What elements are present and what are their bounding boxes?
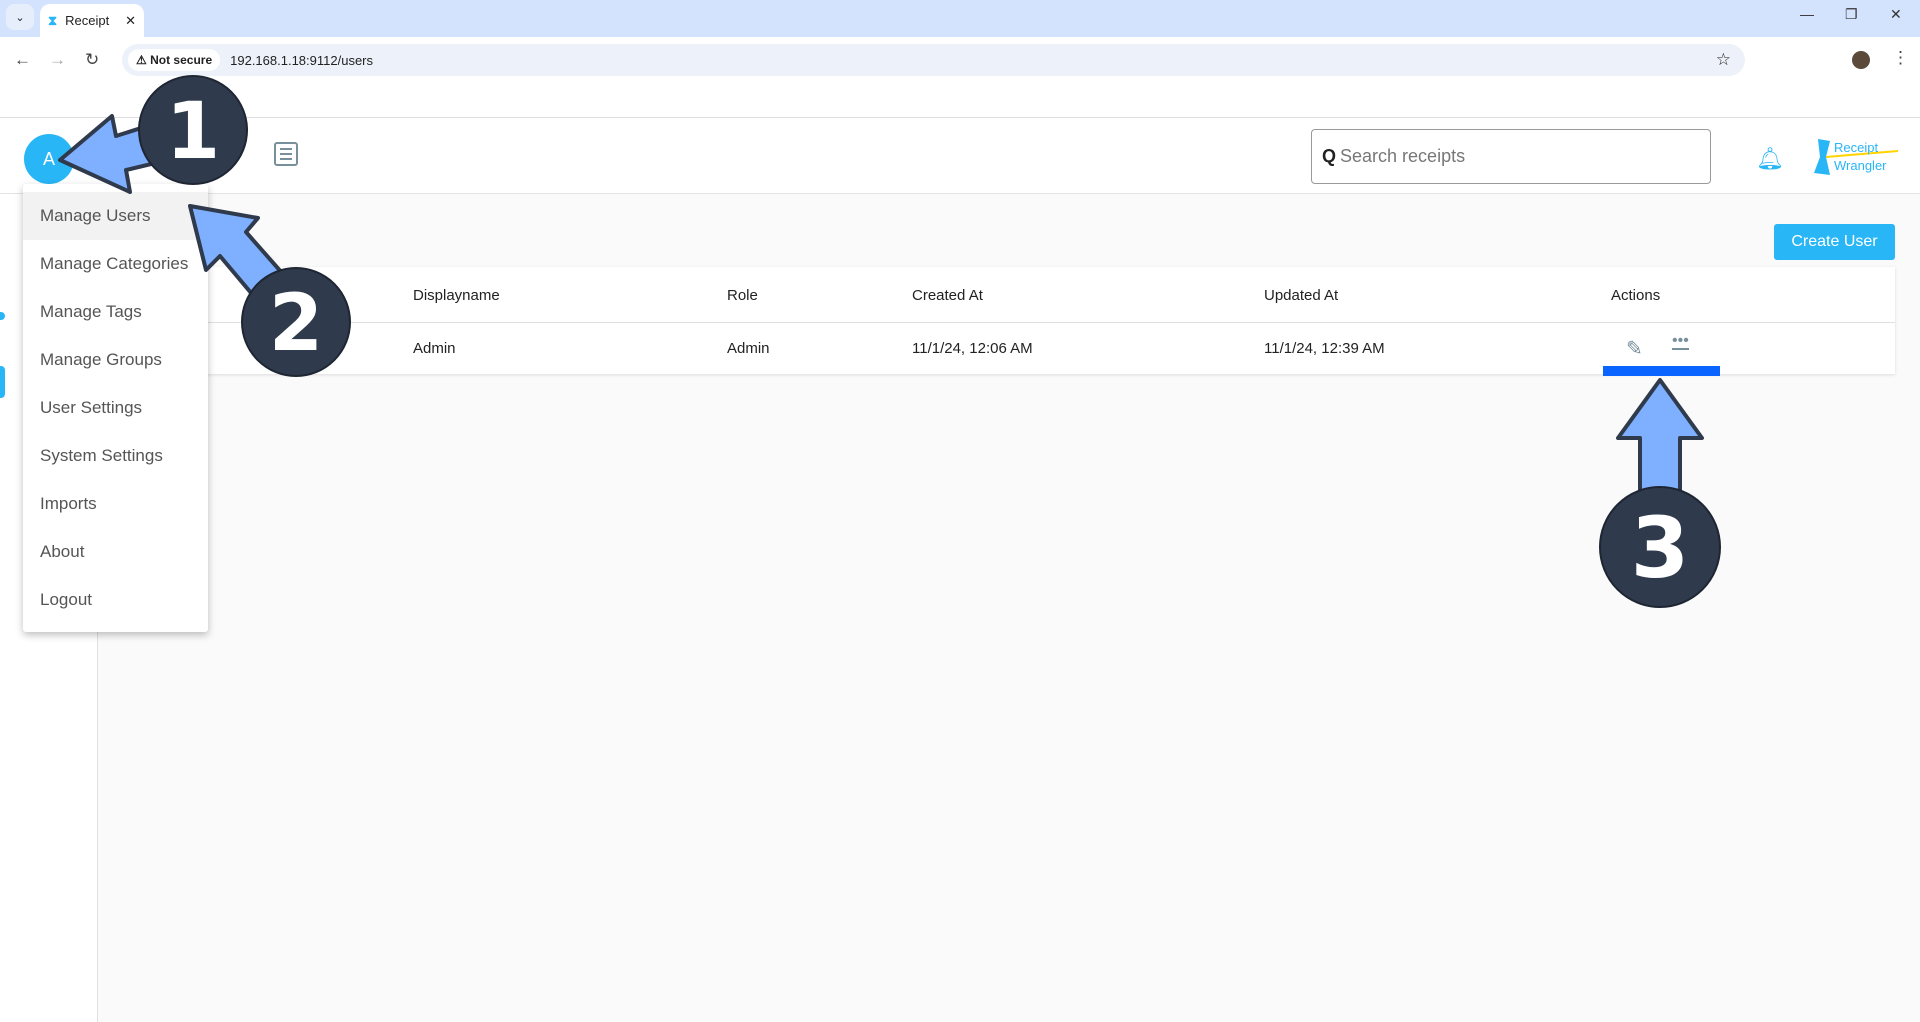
url-text: 192.168.1.18:9112/users — [230, 52, 373, 68]
cell-updated-at: 11/1/24, 12:39 AM — [1264, 340, 1385, 357]
menu-item-manage-groups[interactable]: Manage Groups — [23, 336, 208, 384]
menu-item-system-settings[interactable]: System Settings — [23, 432, 208, 480]
more-options-icon[interactable]: ••• — [1672, 333, 1689, 350]
security-badge[interactable]: ⚠ Not secure — [128, 49, 221, 71]
menu-item-logout[interactable]: Logout — [23, 576, 208, 624]
logo-mark-icon: Receipt Wrangler — [1814, 139, 1899, 175]
menu-item-about[interactable]: About — [23, 528, 208, 576]
minimize-icon[interactable]: — — [1800, 6, 1814, 22]
avatar[interactable]: A — [24, 134, 74, 184]
restore-icon[interactable]: ❐ — [1845, 6, 1858, 23]
favicon-icon: ⧗ — [48, 12, 58, 28]
column-header-displayname[interactable]: Displayname — [413, 287, 500, 304]
reload-icon[interactable]: ↻ — [85, 50, 99, 70]
edit-pencil-icon[interactable]: ✎ — [1626, 336, 1643, 361]
avatar-letter: A — [42, 148, 55, 169]
column-header-role[interactable]: Role — [727, 287, 758, 304]
menu-item-user-settings[interactable]: User Settings — [23, 384, 208, 432]
cell-displayname: Admin — [413, 340, 456, 357]
menu-item-manage-tags[interactable]: Manage Tags — [23, 288, 208, 336]
annotation-arrow-3 — [1616, 378, 1704, 502]
close-window-icon[interactable]: ✕ — [1890, 6, 1902, 23]
back-icon[interactable]: ← — [14, 50, 31, 70]
column-header-actions: Actions — [1611, 287, 1661, 304]
cell-role: Admin — [727, 340, 770, 357]
bell-icon[interactable]: 🔔︎ — [1756, 146, 1784, 172]
menu-item-imports[interactable]: Imports — [23, 480, 208, 528]
annotation-label-3: 3 — [1631, 499, 1689, 597]
bookmark-star-icon[interactable]: ☆ — [1716, 50, 1731, 70]
address-bar[interactable]: ⚠ Not secure 192.168.1.18:9112/users ☆ — [122, 44, 1745, 76]
search-input[interactable]: Q Search receipts — [1311, 129, 1711, 184]
sidebar-active-indicator — [0, 366, 5, 398]
create-user-button[interactable]: Create User — [1774, 224, 1895, 260]
search-icon: Q — [1322, 146, 1337, 166]
svg-text:Wrangler: Wrangler — [1834, 158, 1887, 173]
profile-avatar[interactable] — [1852, 51, 1870, 69]
close-tab-icon[interactable]: ✕ — [125, 13, 136, 29]
tab-list-button[interactable]: ⌄ — [6, 4, 34, 30]
column-header-updated-at[interactable]: Updated At — [1264, 287, 1338, 304]
security-label: Not secure — [150, 53, 213, 67]
divider — [100, 322, 1895, 323]
browser-menu-icon[interactable]: ⋮ — [1892, 48, 1909, 68]
column-header-created-at[interactable]: Created At — [912, 287, 983, 304]
annotation-circle-3 — [1599, 486, 1721, 608]
cell-created-at: 11/1/24, 12:06 AM — [912, 340, 1033, 357]
browser-tab-strip — [0, 0, 1920, 37]
menu-item-manage-users[interactable]: Manage Users — [23, 192, 208, 240]
menu-item-manage-categories[interactable]: Manage Categories — [23, 240, 208, 288]
tab-title: Receipt — [65, 13, 110, 28]
receipts-list-icon[interactable] — [274, 142, 298, 166]
svg-text:Receipt: Receipt — [1834, 140, 1878, 155]
browser-tab[interactable]: ⧗ Receipt ✕ — [40, 4, 144, 37]
forward-icon[interactable]: → — [49, 50, 66, 70]
logo[interactable]: Receipt Wrangler — [1814, 137, 1899, 177]
search-placeholder: Search receipts — [1340, 146, 1466, 166]
user-menu: Manage Users Manage Categories Manage Ta… — [23, 184, 208, 632]
